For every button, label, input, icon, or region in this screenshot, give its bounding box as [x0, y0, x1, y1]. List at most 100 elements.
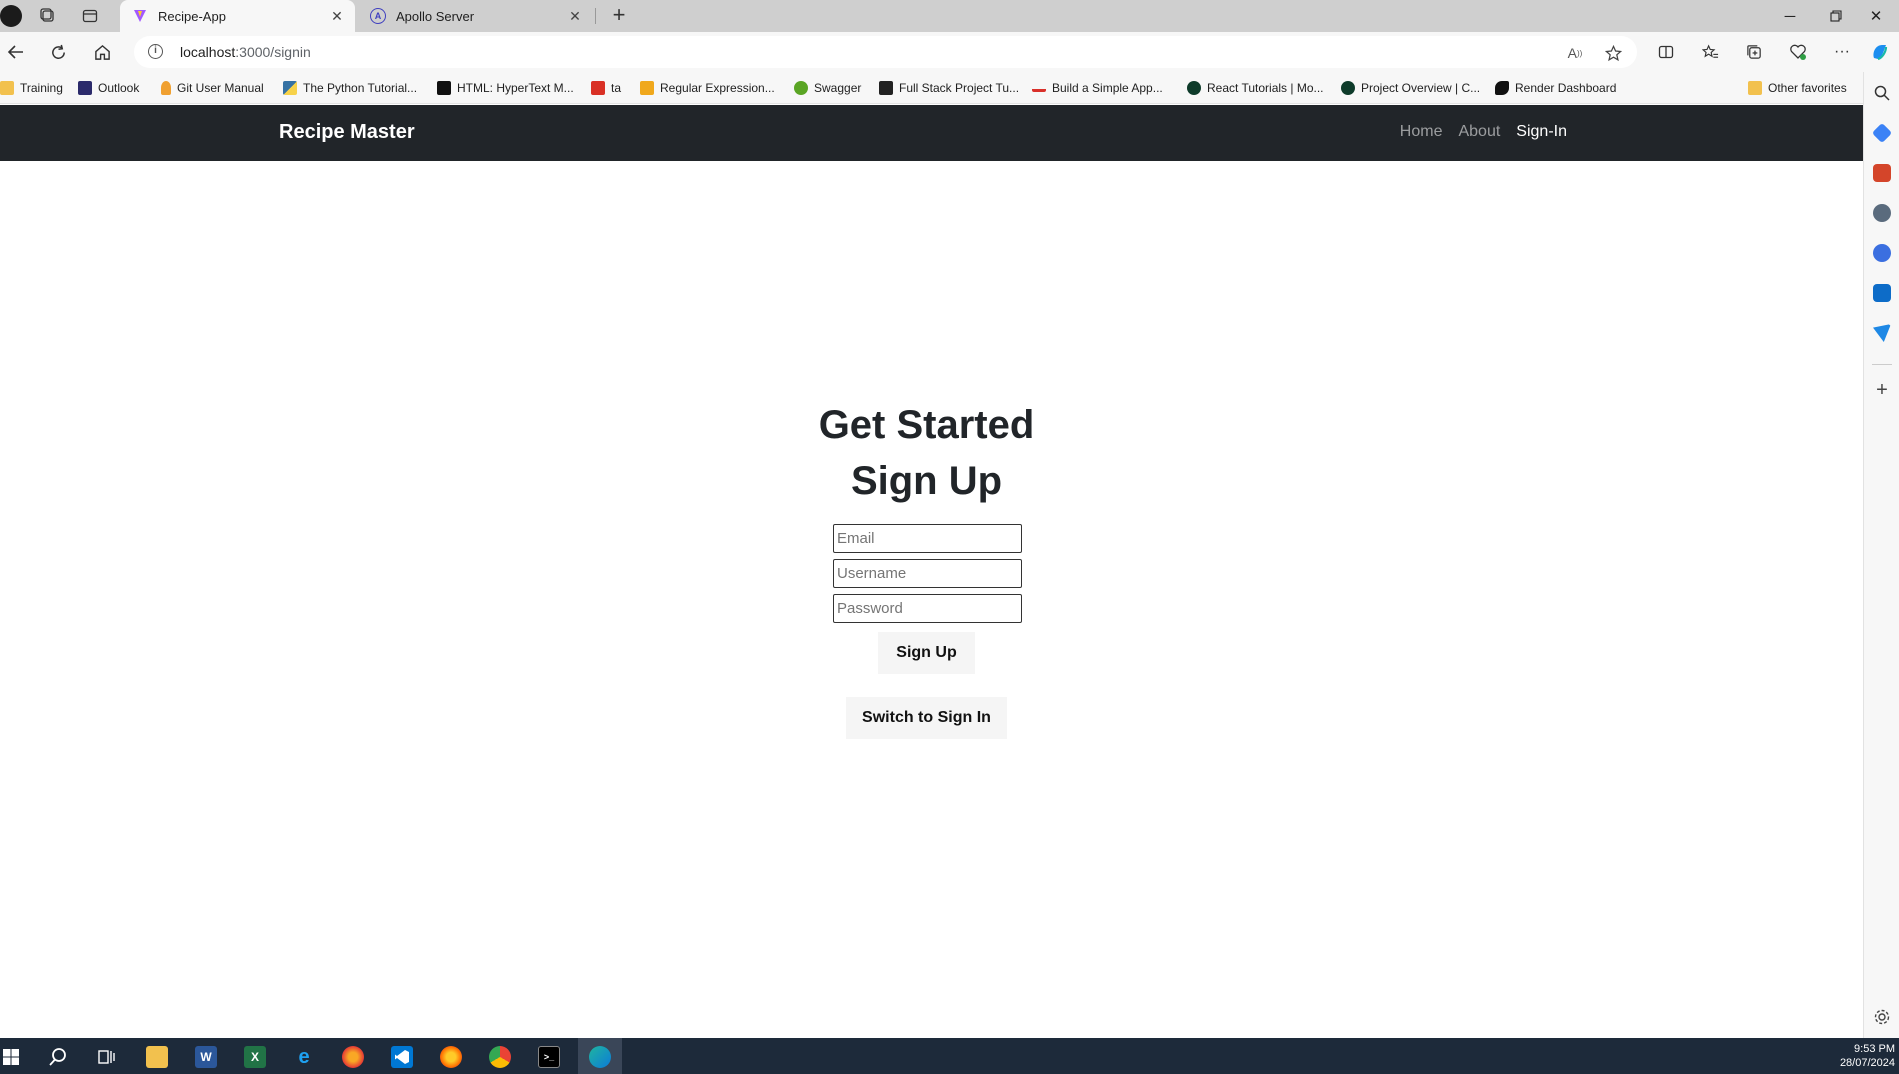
vscode-icon[interactable]: [391, 1046, 413, 1068]
bookmark-build-simple-app[interactable]: Build a Simple App...: [1032, 79, 1163, 97]
read-aloud-icon[interactable]: A)): [1564, 42, 1586, 64]
render-icon: [1495, 81, 1509, 95]
link-icon: [1032, 84, 1046, 92]
tab-actions-icon[interactable]: [78, 4, 102, 28]
outlook-sidebar-icon[interactable]: [1873, 284, 1891, 302]
clock-time: 9:53 PM: [1854, 1043, 1895, 1055]
outlook-icon: [78, 81, 92, 95]
vite-icon: [132, 8, 148, 24]
edge-icon[interactable]: [589, 1046, 611, 1068]
tab-title: Apollo Server: [396, 8, 475, 24]
shopping-tag-icon[interactable]: [1871, 122, 1893, 144]
page-title: Get Started: [818, 403, 1035, 447]
mdn-icon: [437, 81, 451, 95]
switch-to-sign-in-button[interactable]: Switch to Sign In: [846, 697, 1007, 739]
browser-toolbar: i localhost:3000/signin A)) ···: [0, 32, 1899, 72]
collections-icon[interactable]: [1740, 39, 1768, 65]
site-info-icon[interactable]: i: [148, 44, 163, 59]
search-icon[interactable]: [1873, 84, 1891, 102]
apollo-icon: A: [370, 8, 386, 24]
refresh-button[interactable]: [44, 39, 72, 65]
swagger-icon: [794, 81, 808, 95]
bookmark-other-favorites[interactable]: Other favorites: [1748, 79, 1847, 97]
url-text: localhost:3000/signin: [180, 44, 311, 60]
edge-sidebar: +: [1863, 72, 1899, 1038]
bookmark-python-tutorial[interactable]: The Python Tutorial...: [283, 79, 417, 97]
add-sidebar-app-icon[interactable]: +: [1873, 380, 1891, 400]
sign-up-button[interactable]: Sign Up: [878, 632, 975, 674]
project-icon: [879, 81, 893, 95]
bookmark-regular-expression[interactable]: Regular Expression...: [640, 79, 775, 97]
favorite-star-icon[interactable]: [1602, 42, 1624, 64]
bookmark-swagger[interactable]: Swagger: [794, 79, 861, 97]
folder-icon: [1748, 81, 1762, 95]
favorites-icon[interactable]: [1696, 39, 1724, 65]
workspaces-icon[interactable]: [36, 4, 60, 28]
system-clock[interactable]: 9:53 PM 28/07/2024: [1840, 1042, 1895, 1070]
bookmark-html-mdn[interactable]: HTML: HyperText M...: [437, 79, 574, 97]
bookmark-git-user-manual[interactable]: Git User Manual: [161, 79, 264, 97]
browser-essentials-icon[interactable]: [1784, 39, 1812, 65]
username-field[interactable]: [833, 559, 1022, 588]
clock-date: 28/07/2024: [1839, 1057, 1895, 1069]
bookmarks-bar: Training Outlook Git User Manual The Pyt…: [0, 72, 1899, 104]
browser-tab-strip: Recipe-App ✕ A Apollo Server ✕ + ─ ✕: [0, 0, 1899, 32]
file-explorer-icon[interactable]: [146, 1046, 168, 1068]
mongodb-icon: [1187, 81, 1201, 95]
nav-links: Home About Sign-In: [1400, 123, 1567, 141]
bookmark-outlook[interactable]: Outlook: [78, 79, 139, 97]
pdf-icon: [591, 81, 605, 95]
tab-divider: [595, 8, 596, 24]
start-icon[interactable]: [0, 1046, 22, 1068]
profile-avatar[interactable]: [0, 5, 22, 27]
bookmark-full-stack-project[interactable]: Full Stack Project Tu...: [879, 79, 1019, 97]
python-icon: [283, 81, 297, 95]
send-icon[interactable]: [1873, 324, 1891, 342]
brand-logo[interactable]: Recipe Master: [279, 121, 415, 144]
nav-signin-link[interactable]: Sign-In: [1516, 123, 1567, 141]
bookmark-project-overview[interactable]: Project Overview | C...: [1341, 79, 1480, 97]
mongodb-icon: [1341, 81, 1355, 95]
internet-explorer-icon[interactable]: e: [293, 1046, 315, 1068]
split-screen-icon[interactable]: [1652, 39, 1680, 65]
bookmark-react-tutorials[interactable]: React Tutorials | Mo...: [1187, 79, 1324, 97]
chrome-icon[interactable]: [489, 1046, 511, 1068]
tab-apollo-server[interactable]: A Apollo Server ✕: [358, 0, 593, 32]
firefox-dev-icon[interactable]: [342, 1046, 364, 1068]
minimize-button[interactable]: ─: [1767, 0, 1813, 32]
home-button[interactable]: [88, 39, 116, 65]
microsoft365-icon[interactable]: [1873, 244, 1891, 262]
bookmark-training[interactable]: Training: [0, 79, 63, 97]
nav-home-link[interactable]: Home: [1400, 123, 1443, 141]
nav-about-link[interactable]: About: [1458, 123, 1500, 141]
settings-more-icon[interactable]: ···: [1828, 39, 1856, 65]
task-view-icon[interactable]: [95, 1046, 117, 1068]
sidebar-settings-icon[interactable]: [1873, 1008, 1891, 1026]
excel-icon[interactable]: X: [244, 1046, 266, 1068]
tab-title: Recipe-App: [158, 8, 226, 24]
copilot-icon[interactable]: [1866, 39, 1894, 65]
app-navbar: Recipe Master Home About Sign-In: [0, 105, 1863, 161]
search-taskbar-icon[interactable]: [47, 1046, 69, 1068]
close-window-button[interactable]: ✕: [1853, 0, 1899, 32]
address-bar[interactable]: i localhost:3000/signin A)): [134, 36, 1637, 68]
firefox-icon[interactable]: [440, 1046, 462, 1068]
js-icon: [640, 81, 654, 95]
bookmark-render-dashboard[interactable]: Render Dashboard: [1495, 79, 1616, 97]
word-icon[interactable]: W: [195, 1046, 217, 1068]
new-tab-button[interactable]: +: [606, 3, 632, 29]
terminal-icon[interactable]: >_: [538, 1046, 560, 1068]
tools-icon[interactable]: [1873, 164, 1891, 182]
windows-taskbar: W X e >_ 9:53 PM 28/07/2024: [0, 1038, 1899, 1074]
tab-recipe-app[interactable]: Recipe-App ✕: [120, 0, 355, 32]
email-field[interactable]: [833, 524, 1022, 553]
form-heading: Sign Up: [850, 459, 1003, 503]
git-icon: [161, 81, 171, 95]
close-tab-icon[interactable]: ✕: [565, 8, 585, 25]
sidebar-divider: [1872, 364, 1892, 365]
password-field[interactable]: [833, 594, 1022, 623]
games-icon[interactable]: [1873, 204, 1891, 222]
back-button[interactable]: [2, 39, 30, 65]
bookmark-ta[interactable]: ta: [591, 79, 621, 97]
close-tab-icon[interactable]: ✕: [327, 8, 347, 25]
